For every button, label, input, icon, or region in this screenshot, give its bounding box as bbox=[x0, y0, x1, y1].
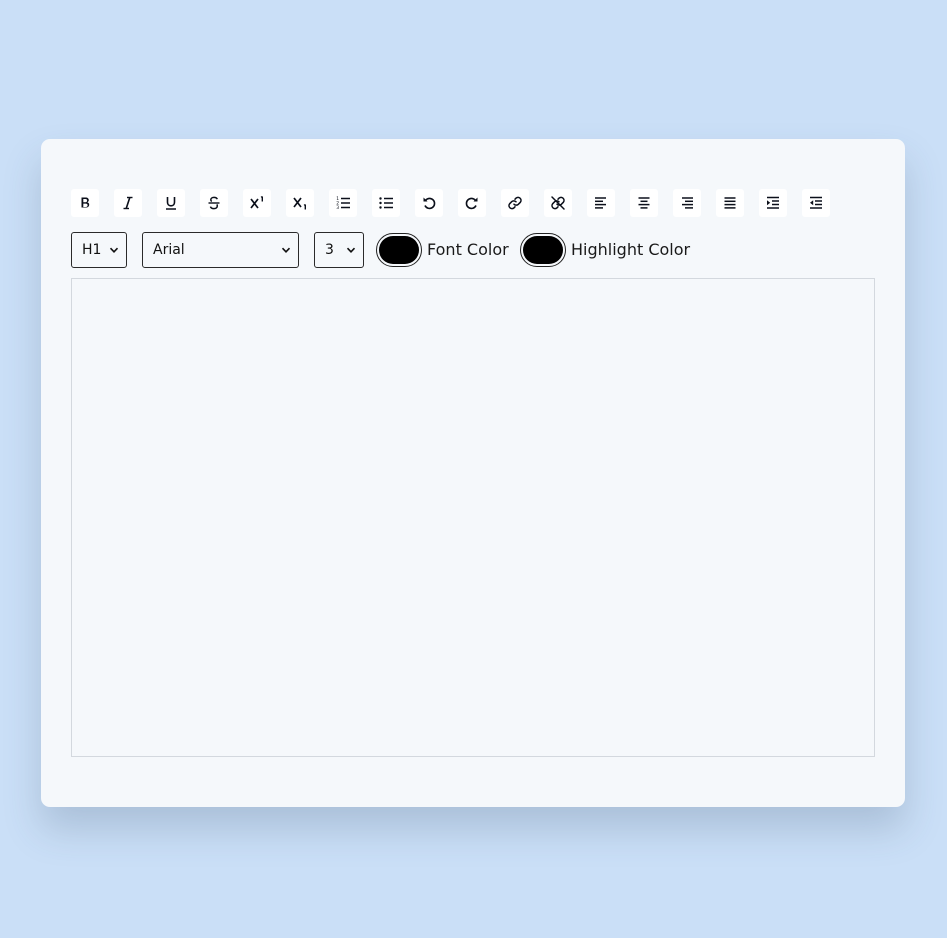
align-left-icon bbox=[595, 197, 606, 209]
highlight-color-swatch bbox=[523, 236, 563, 264]
font-color-label: Font Color bbox=[427, 240, 509, 259]
highlight-color-picker[interactable] bbox=[520, 233, 566, 267]
bold-button[interactable] bbox=[71, 189, 99, 217]
underline-button[interactable] bbox=[157, 189, 185, 217]
editor-card: 1 2 3 H1 Arial 3 Font Color Highlight Co… bbox=[41, 139, 905, 807]
unordered-list-icon bbox=[379, 197, 393, 209]
align-right-button[interactable] bbox=[673, 189, 701, 217]
outdent-icon bbox=[810, 196, 822, 209]
align-left-button[interactable] bbox=[587, 189, 615, 217]
subscript-button[interactable] bbox=[286, 189, 314, 217]
font-size-select-value: 3 bbox=[325, 242, 334, 258]
unlink-button[interactable] bbox=[544, 189, 572, 217]
align-justify-icon bbox=[724, 197, 736, 209]
text-editor-area[interactable] bbox=[71, 278, 875, 757]
italic-button[interactable] bbox=[114, 189, 142, 217]
link-button[interactable] bbox=[501, 189, 529, 217]
font-color-swatch bbox=[379, 236, 419, 264]
font-size-select[interactable]: 3 bbox=[314, 232, 364, 268]
indent-button[interactable] bbox=[759, 189, 787, 217]
align-right-icon bbox=[682, 197, 693, 209]
bold-icon bbox=[81, 197, 90, 208]
align-center-icon bbox=[638, 197, 650, 209]
superscript-icon bbox=[250, 195, 264, 209]
strikethrough-icon bbox=[208, 196, 220, 210]
align-justify-button[interactable] bbox=[716, 189, 744, 217]
chevron-down-icon bbox=[281, 247, 291, 253]
strikethrough-button[interactable] bbox=[200, 189, 228, 217]
unlink-icon bbox=[551, 196, 565, 210]
ordered-list-button[interactable]: 1 2 3 bbox=[329, 189, 357, 217]
svg-text:3: 3 bbox=[336, 205, 339, 211]
redo-button[interactable] bbox=[458, 189, 486, 217]
heading-select-value: H1 bbox=[82, 242, 102, 258]
font-family-select-value: Arial bbox=[153, 242, 185, 258]
chevron-down-icon bbox=[346, 247, 356, 253]
undo-button[interactable] bbox=[415, 189, 443, 217]
superscript-button[interactable] bbox=[243, 189, 271, 217]
font-family-select[interactable]: Arial bbox=[142, 232, 299, 268]
italic-icon bbox=[123, 196, 133, 210]
outdent-button[interactable] bbox=[802, 189, 830, 217]
indent-icon bbox=[767, 196, 779, 209]
ordered-list-icon: 1 2 3 bbox=[336, 196, 350, 211]
subscript-icon bbox=[293, 197, 307, 210]
underline-icon bbox=[166, 197, 176, 210]
chevron-down-icon bbox=[109, 247, 119, 253]
redo-icon bbox=[465, 197, 478, 210]
align-center-button[interactable] bbox=[630, 189, 658, 217]
unordered-list-button[interactable] bbox=[372, 189, 400, 217]
undo-icon bbox=[423, 197, 436, 210]
heading-select[interactable]: H1 bbox=[71, 232, 127, 268]
link-icon bbox=[508, 196, 522, 210]
highlight-color-label: Highlight Color bbox=[571, 240, 691, 259]
font-color-picker[interactable] bbox=[376, 233, 422, 267]
